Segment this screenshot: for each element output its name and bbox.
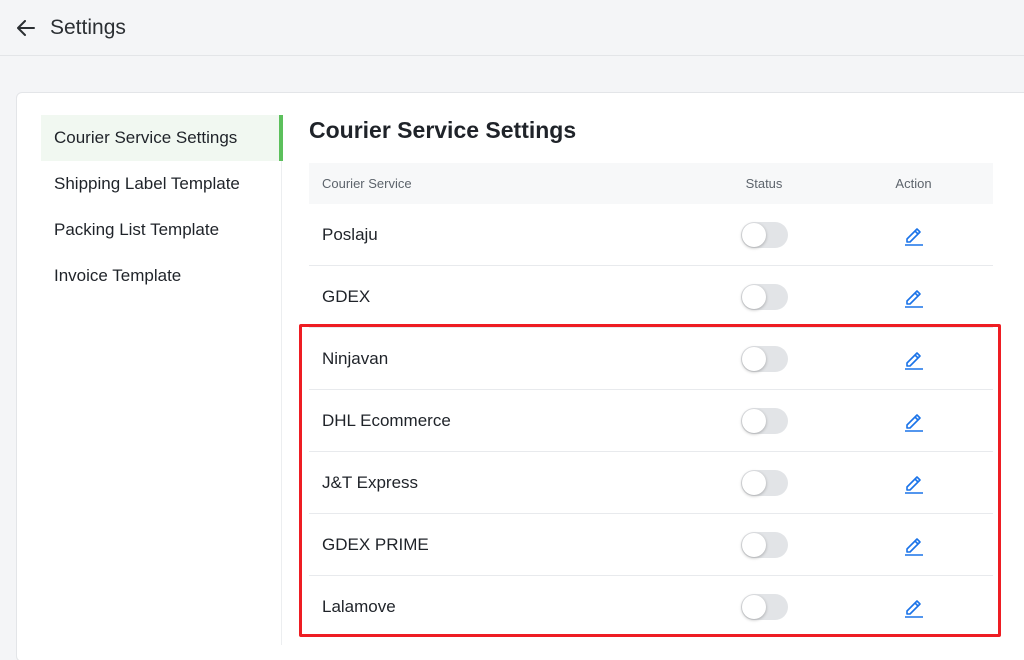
table-row: DHL Ecommerce	[309, 390, 993, 452]
column-header-action: Action	[895, 176, 932, 191]
settings-card: Courier Service Settings Shipping Label …	[16, 92, 1024, 660]
sidebar-item-packing-list-template[interactable]: Packing List Template	[41, 207, 281, 253]
table-row: Poslaju	[309, 204, 993, 266]
status-toggle[interactable]	[740, 594, 788, 620]
courier-name: DHL Ecommerce	[322, 410, 451, 430]
edit-icon	[904, 351, 923, 370]
courier-settings-panel: Courier Service Settings Courier Service…	[309, 115, 1001, 620]
edit-icon	[904, 475, 923, 494]
edit-button[interactable]	[902, 409, 926, 433]
status-toggle[interactable]	[740, 221, 788, 248]
courier-name: J&T Express	[322, 472, 419, 492]
courier-name: Lalamove	[322, 597, 396, 616]
status-toggle[interactable]	[740, 531, 788, 558]
table-row: J&T Express	[309, 452, 993, 514]
column-header-status: Status	[745, 176, 783, 191]
back-button[interactable]	[12, 14, 40, 42]
table-row: GDEX PRIME	[309, 514, 993, 576]
sidebar-item-shipping-label-template[interactable]: Shipping Label Template	[41, 161, 281, 207]
settings-sidebar: Courier Service Settings Shipping Label …	[41, 115, 283, 645]
status-toggle[interactable]	[740, 407, 788, 434]
sidebar-item-courier-service-settings[interactable]: Courier Service Settings	[41, 115, 283, 161]
section-title: Courier Service Settings	[309, 117, 577, 143]
table-row: Lalamove	[309, 576, 993, 638]
courier-name: GDEX PRIME	[322, 534, 429, 554]
edit-icon	[904, 227, 923, 246]
courier-name: GDEX	[322, 286, 371, 306]
status-toggle[interactable]	[740, 345, 788, 372]
top-bar: Settings	[0, 0, 1024, 56]
table-row: GDEX	[309, 266, 993, 328]
edit-icon	[904, 413, 923, 432]
status-toggle[interactable]	[740, 283, 788, 310]
table-row: Ninjavan	[309, 328, 993, 390]
edit-button[interactable]	[902, 223, 926, 247]
edit-button[interactable]	[902, 595, 926, 619]
table-header: Courier Service Status Action	[309, 163, 993, 204]
edit-icon	[904, 537, 923, 556]
edit-button[interactable]	[902, 533, 926, 557]
arrow-left-icon	[17, 19, 35, 36]
status-toggle[interactable]	[740, 469, 788, 496]
sidebar-item-invoice-template[interactable]: Invoice Template	[41, 253, 281, 299]
courier-name: Ninjavan	[322, 348, 389, 368]
edit-icon	[904, 289, 923, 308]
edit-icon	[904, 600, 923, 618]
courier-table: Courier Service Status Action Poslaju GD…	[309, 163, 993, 638]
page-title: Settings	[50, 15, 126, 39]
courier-name: Poslaju	[322, 224, 378, 244]
edit-button[interactable]	[902, 285, 926, 309]
column-header-courier-service: Courier Service	[322, 176, 412, 191]
edit-button[interactable]	[902, 471, 926, 495]
edit-button[interactable]	[902, 347, 926, 371]
